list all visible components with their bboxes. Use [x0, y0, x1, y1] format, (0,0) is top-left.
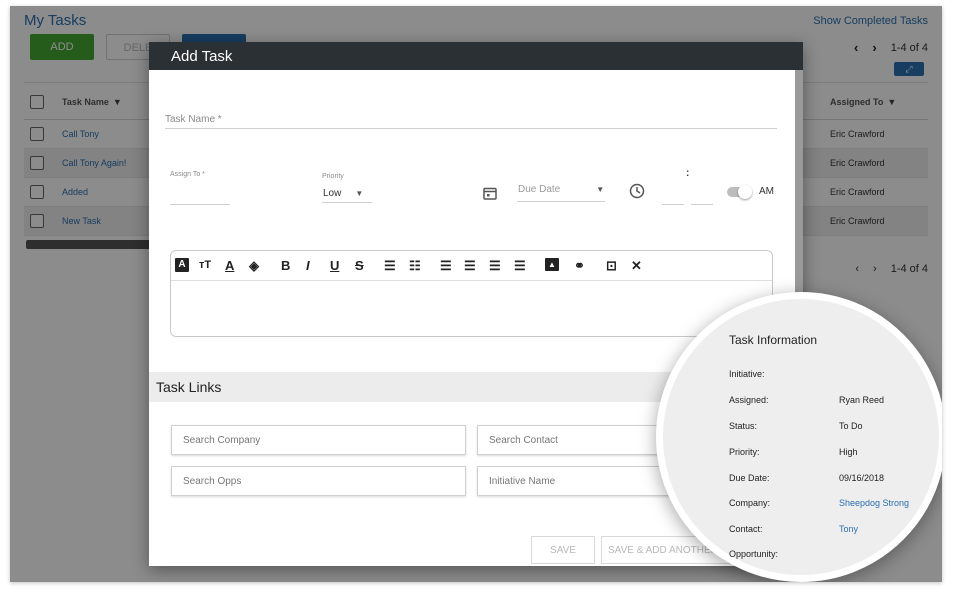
- app-frame: My Tasks Show Completed Tasks ADD DELE ‹…: [10, 6, 942, 582]
- assigned-value: Ryan Reed: [839, 395, 885, 405]
- due-date-value: 09/16/2018: [839, 473, 885, 483]
- assign-to-label: Assign To *: [170, 171, 205, 178]
- description-editor[interactable]: A тT A ◈ B I U S ☰ ☷ ☰ ☰ ☰ ☰ ▲ ⚭ ⊡ ✕: [170, 250, 773, 337]
- contact-label: Contact:: [729, 524, 763, 534]
- due-date-input[interactable]: Due Date ▼: [518, 184, 604, 195]
- task-information-title: Task Information: [729, 333, 818, 347]
- chevron-down-icon: ▼: [596, 185, 605, 194]
- underline-icon[interactable]: U: [330, 258, 339, 273]
- status-label: Status:: [729, 421, 758, 431]
- strikethrough-icon[interactable]: S: [355, 258, 364, 273]
- select-all-icon[interactable]: ⊡: [606, 258, 617, 273]
- priority-label: Priority: [322, 173, 344, 180]
- company-link[interactable]: Sheepdog Strong: [839, 498, 909, 508]
- contact-link[interactable]: Tony: [839, 524, 858, 534]
- due-date-label: Due Date:: [729, 473, 770, 483]
- clock-icon[interactable]: [629, 183, 645, 204]
- toggle-knob[interactable]: [738, 185, 752, 199]
- fill-color-icon[interactable]: ◈: [249, 258, 259, 273]
- due-date-underline: [517, 201, 605, 202]
- assign-to-input[interactable]: [170, 204, 230, 205]
- priority-label: Priority:: [729, 447, 760, 457]
- font-color-icon[interactable]: A: [225, 258, 234, 273]
- clear-format-icon[interactable]: ✕: [631, 258, 642, 273]
- task-name-input[interactable]: [165, 128, 777, 129]
- calendar-icon[interactable]: [483, 186, 497, 205]
- align-right-icon[interactable]: ☰: [489, 258, 501, 273]
- text-color-box-icon[interactable]: A: [175, 258, 189, 272]
- bold-icon[interactable]: B: [281, 258, 290, 273]
- minute-input[interactable]: [691, 204, 713, 205]
- priority-value: High: [839, 447, 858, 457]
- editor-toolbar: A тT A ◈ B I U S ☰ ☷ ☰ ☰ ☰ ☰ ▲ ⚭ ⊡ ✕: [171, 251, 772, 281]
- align-justify-icon[interactable]: ☰: [514, 258, 526, 273]
- search-company-input[interactable]: Search Company: [171, 425, 466, 455]
- time-separator: :: [686, 168, 690, 179]
- opportunity-label: Opportunity:: [729, 549, 779, 559]
- task-information-panel: Task Information Initiative: Assigned: R…: [663, 299, 939, 575]
- save-button[interactable]: SAVE: [531, 536, 595, 564]
- font-size-icon[interactable]: тT: [199, 258, 211, 273]
- priority-select[interactable]: Low ▼: [323, 188, 363, 199]
- bullet-list-icon[interactable]: ☰: [384, 258, 396, 273]
- initiative-label: Initiative:: [729, 369, 765, 379]
- priority-underline: [322, 202, 372, 203]
- italic-icon[interactable]: I: [306, 258, 310, 273]
- chevron-down-icon: ▼: [355, 189, 364, 198]
- task-name-label: Task Name *: [165, 114, 222, 125]
- hour-input[interactable]: [662, 204, 684, 205]
- align-center-icon[interactable]: ☰: [464, 258, 476, 273]
- search-opps-input[interactable]: Search Opps: [171, 466, 466, 496]
- assigned-label: Assigned:: [729, 395, 769, 405]
- company-label: Company:: [729, 498, 771, 508]
- image-icon[interactable]: ▲: [545, 258, 559, 271]
- status-value: To Do: [839, 421, 863, 431]
- task-information-zoom: Task Information Initiative: Assigned: R…: [656, 292, 942, 582]
- numbered-list-icon[interactable]: ☷: [409, 258, 421, 273]
- align-left-icon[interactable]: ☰: [440, 258, 452, 273]
- modal-title: Add Task: [149, 42, 803, 70]
- am-label: AM: [759, 186, 774, 197]
- link-icon[interactable]: ⚭: [574, 258, 585, 273]
- task-links-title: Task Links: [156, 379, 222, 395]
